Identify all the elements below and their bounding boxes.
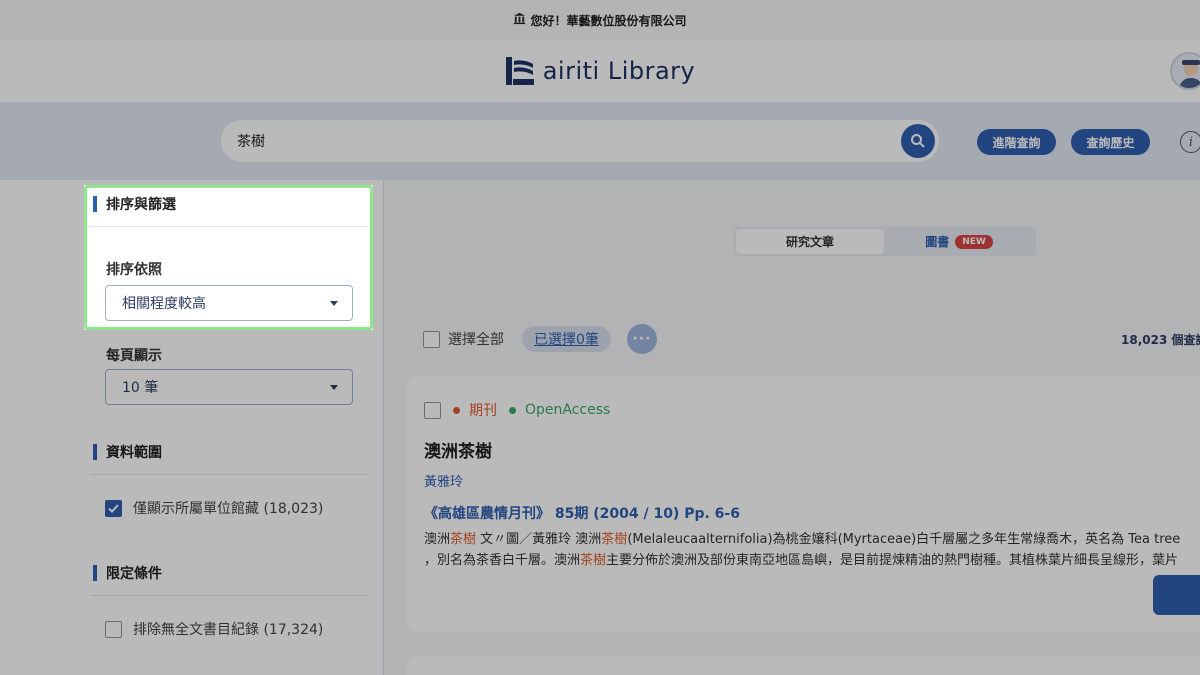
abstract-keyword: 茶樹 — [580, 553, 607, 568]
check-icon — [108, 503, 119, 513]
dim-overlay — [373, 185, 1200, 330]
new-badge: NEW — [955, 234, 993, 249]
abstract-line: ，別名為茶香白千層。澳洲茶樹主要分佈於澳洲及部份東南亞地區島嶼，是目前提煉精油的… — [424, 550, 1200, 571]
result-abstract: 澳洲茶樹 文〃圖／黃雅玲 澳洲茶樹(Melaleucaalternifolia)… — [424, 529, 1200, 571]
search-button[interactable] — [901, 124, 935, 158]
section-bar — [93, 444, 97, 460]
select-all-label[interactable]: 選擇全部 — [448, 329, 504, 349]
info-icon[interactable]: i — [1180, 131, 1200, 153]
search-history-button[interactable]: 查詢歷史 — [1071, 129, 1150, 155]
select-all-checkbox[interactable] — [423, 330, 440, 348]
section-bar — [93, 196, 97, 212]
top-greeting-bar: 您好！華藝數位股份有限公司 — [0, 0, 1200, 40]
checkbox-checked[interactable] — [105, 499, 122, 517]
abstract-text: (Melaleucaalternifolia)為桃金孃科(Myrtaceae)白… — [627, 532, 1181, 547]
sort-select-value: 相關程度較高 — [122, 296, 206, 312]
sort-select[interactable]: 相關程度較高 — [105, 285, 353, 321]
search-band: 茶樹 進階查詢 查詢歷史 i — [0, 102, 1200, 180]
divider — [90, 595, 368, 596]
limit-filter-option[interactable]: 排除無全文書目紀錄 (17,324) — [105, 619, 323, 639]
open-access-label: OpenAccess — [525, 402, 611, 418]
per-page-select[interactable]: 10 筆 — [105, 369, 353, 405]
caret-down-icon — [330, 301, 338, 306]
result-checkbox[interactable] — [424, 401, 441, 419]
result-type-tabs: 研究文章 圖書 NEW — [734, 227, 1036, 256]
tab-books-label: 圖書 — [925, 235, 950, 249]
result-title[interactable]: 澳洲茶樹 — [424, 437, 492, 462]
scope-option-label: 僅顯示所屬單位館藏 (18,023) — [133, 501, 324, 517]
search-icon — [911, 134, 925, 148]
institution-icon — [513, 12, 526, 28]
result-author[interactable]: 黃雅玲 — [424, 471, 463, 490]
result-card: 期刊 OpenAccess 澳洲茶樹 黃雅玲 《高雄區農情月刊》 85期 (20… — [407, 376, 1200, 632]
section-sort-filter-title: 排序與篩選 — [93, 194, 176, 214]
user-avatar[interactable] — [1170, 52, 1200, 90]
divider — [90, 226, 368, 227]
section-title-text: 限定條件 — [106, 566, 162, 582]
search-input[interactable]: 茶樹 — [221, 120, 939, 162]
per-page-label: 每頁顯示 — [106, 348, 162, 364]
open-access-dot-icon — [509, 406, 516, 414]
abstract-text: ，別名為茶香白千層。澳洲 — [424, 553, 581, 568]
more-options-button[interactable]: ··· — [626, 324, 657, 354]
section-bar — [93, 565, 97, 581]
result-action-button[interactable] — [1153, 575, 1200, 615]
divider — [90, 474, 368, 475]
advanced-search-button[interactable]: 進階查詢 — [977, 129, 1056, 155]
abstract-keyword: 茶樹 — [601, 532, 628, 547]
caret-down-icon — [330, 385, 338, 390]
selected-count-button[interactable]: 已選擇0筆 — [522, 326, 611, 352]
scope-filter-option[interactable]: 僅顯示所屬單位館藏 (18,023) — [105, 498, 323, 518]
limit-option-label: 排除無全文書目紀錄 (17,324) — [133, 622, 324, 638]
abstract-text: 澳洲 — [424, 532, 451, 547]
result-source[interactable]: 《高雄區農情月刊》 85期 (2004 / 10) Pp. 6-6 — [424, 503, 740, 523]
abstract-keyword: 茶樹 — [450, 532, 477, 547]
per-page-select-value: 10 筆 — [122, 380, 159, 396]
section-title-text: 排序與篩選 — [106, 197, 176, 213]
greeting-text: 您好！華藝數位股份有限公司 — [530, 13, 687, 28]
abstract-text: 主要分佈於澳洲及部份東南亞地區島嶼，是目前提煉精油的熱門樹種。其植株葉片細長呈線… — [606, 553, 1179, 568]
result-card — [407, 656, 1200, 675]
section-limit-title: 限定條件 — [93, 563, 162, 583]
search-query-text: 茶樹 — [237, 134, 265, 150]
results-toolbar: 選擇全部 已選擇0筆 ··· — [423, 324, 657, 354]
checkbox-unchecked[interactable] — [105, 620, 122, 638]
tab-books[interactable]: 圖書 NEW — [884, 229, 1034, 254]
journal-dot-icon — [453, 406, 460, 414]
airiti-logo[interactable]: airiti Library — [505, 55, 696, 87]
sort-label: 排序依照 — [106, 262, 162, 278]
tab-articles[interactable]: 研究文章 — [736, 229, 884, 254]
abstract-line: 澳洲茶樹 文〃圖／黃雅玲 澳洲茶樹(Melaleucaalternifolia)… — [424, 529, 1200, 550]
abstract-text: 文〃圖／黃雅玲 澳洲 — [476, 532, 602, 547]
result-meta: 期刊 OpenAccess — [424, 400, 610, 420]
section-title-text: 資料範圍 — [106, 445, 162, 461]
result-count: 18,023 個查詢結果 — [1121, 333, 1200, 347]
filter-sidebar — [0, 180, 384, 675]
site-header: airiti Library — [0, 40, 1200, 102]
logo-text: airiti Library — [542, 57, 696, 85]
result-type-label: 期刊 — [469, 403, 497, 419]
section-scope-title: 資料範圍 — [93, 442, 162, 462]
logo-mark-icon — [505, 55, 535, 87]
